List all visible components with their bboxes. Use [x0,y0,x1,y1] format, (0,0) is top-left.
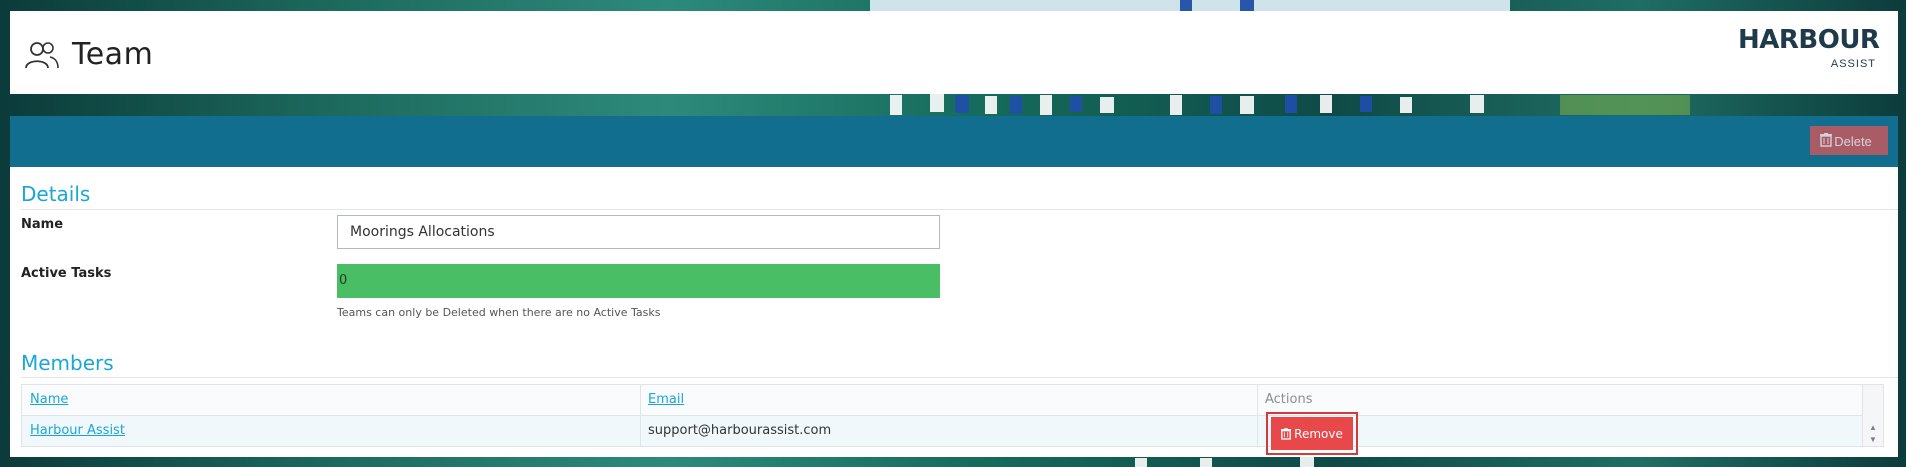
members-divider [21,377,1898,378]
remove-button-frame: Remove [1266,412,1358,455]
active-tasks-label: Active Tasks [21,266,112,281]
member-email: support@harbourassist.com [648,423,832,438]
harbour-assist-logo: HARBOUR ASSIST [1738,25,1880,70]
members-table: Name Email Actions Harbour Assist suppor… [21,384,1884,447]
details-divider [21,209,1898,210]
scroll-up-icon[interactable]: ▲ [1869,423,1877,432]
remove-member-button[interactable]: Remove [1271,417,1353,450]
action-bar: Delete [10,116,1898,167]
table-scrollbar[interactable]: ▲ ▼ [1862,385,1883,446]
member-name-link[interactable]: Harbour Assist [30,415,125,447]
column-header-email[interactable]: Email [648,385,684,415]
column-header-actions: Actions [1265,392,1313,407]
details-section-title: Details [21,182,91,206]
trash-icon [1820,133,1832,147]
team-details-panel: Delete Details Name Active Tasks 0 Teams… [10,116,1898,457]
column-header-name[interactable]: Name [30,385,68,415]
delete-button[interactable]: Delete [1810,126,1888,155]
active-tasks-value: 0 [337,264,940,298]
page-header: Team HARBOUR ASSIST [10,11,1898,94]
name-label: Name [21,217,64,232]
table-row [22,415,1883,446]
table-header-row [22,385,1883,415]
members-section-title: Members [21,351,114,375]
column-divider [640,385,641,446]
team-icon [25,42,59,69]
delete-help-text: Teams can only be Deleted when there are… [337,306,661,319]
page-title: Team [72,37,154,72]
scroll-down-icon[interactable]: ▼ [1869,435,1877,444]
column-divider [1257,385,1258,446]
team-name-input[interactable] [337,215,940,249]
trash-icon [1281,427,1292,440]
